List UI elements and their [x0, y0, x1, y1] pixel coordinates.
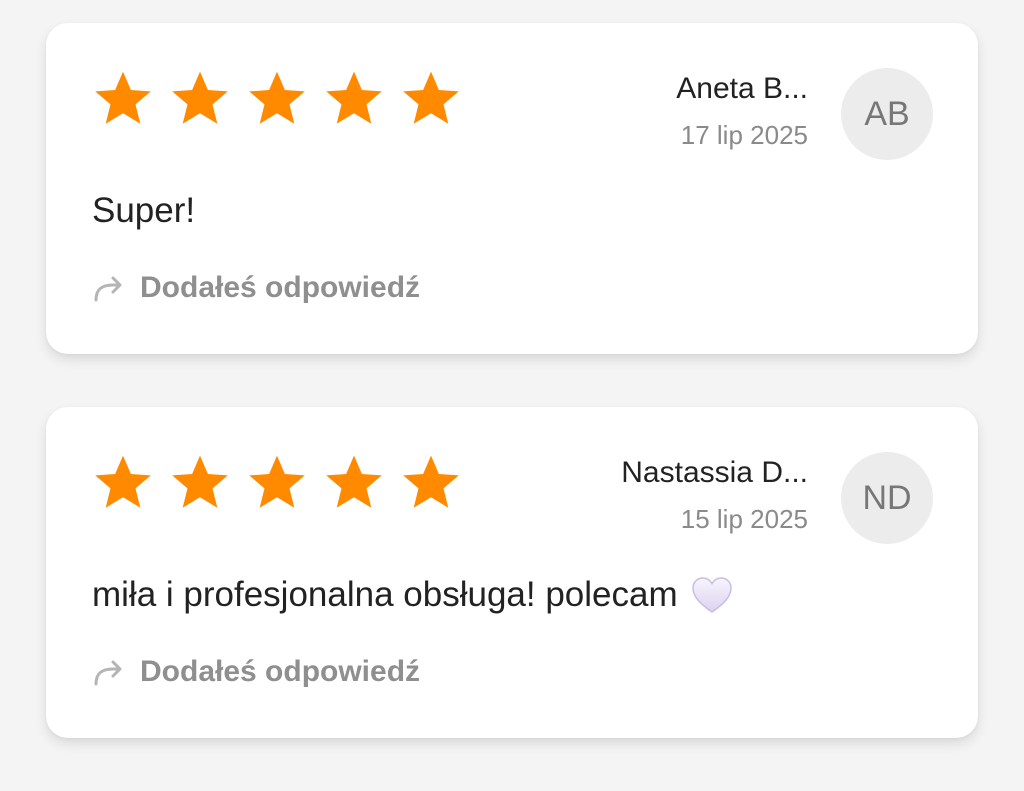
- reply-status[interactable]: Dodałeś odpowiedź: [92, 270, 420, 306]
- review-text: Super!: [92, 190, 195, 232]
- review-card[interactable]: Nastassia D... 15 lip 2025 ND miła i pro…: [46, 407, 978, 738]
- reply-arrow-icon: [92, 657, 126, 687]
- review-date: 15 lip 2025: [680, 504, 808, 534]
- star-icon: [323, 67, 385, 129]
- star-icon: [323, 451, 385, 513]
- reply-arrow-icon: [92, 273, 126, 303]
- avatar: ND: [841, 452, 933, 544]
- star-icon: [246, 67, 308, 129]
- reply-label: Dodałeś odpowiedź: [140, 271, 421, 304]
- review-text-content: Super!: [92, 191, 196, 230]
- star-icon: [169, 67, 231, 129]
- author-name: Nastassia D...: [621, 456, 808, 489]
- review-card[interactable]: Aneta B... 17 lip 2025 AB Super! Dodałeś…: [46, 23, 978, 354]
- star-icon: [92, 451, 154, 513]
- author-block: Aneta B... 17 lip 2025: [676, 71, 808, 151]
- reply-label: Dodałeś odpowiedź: [140, 655, 421, 688]
- avatar: AB: [841, 68, 933, 160]
- star-rating: [92, 451, 462, 513]
- star-icon: [92, 67, 154, 129]
- review-date: 17 lip 2025: [680, 120, 808, 150]
- review-text-content: miła i profesjonalna obsługa! polecam: [92, 575, 678, 614]
- review-list: Aneta B... 17 lip 2025 AB Super! Dodałeś…: [46, 23, 978, 791]
- star-icon: [400, 451, 462, 513]
- star-icon: [400, 67, 462, 129]
- star-rating: [92, 67, 462, 129]
- author-block: Nastassia D... 15 lip 2025: [621, 455, 808, 535]
- reply-status[interactable]: Dodałeś odpowiedź: [92, 654, 420, 690]
- review-text: miła i profesjonalna obsługa! polecam: [92, 574, 734, 616]
- star-icon: [246, 451, 308, 513]
- white-heart-icon: [690, 575, 734, 615]
- star-icon: [169, 451, 231, 513]
- author-name: Aneta B...: [676, 72, 808, 105]
